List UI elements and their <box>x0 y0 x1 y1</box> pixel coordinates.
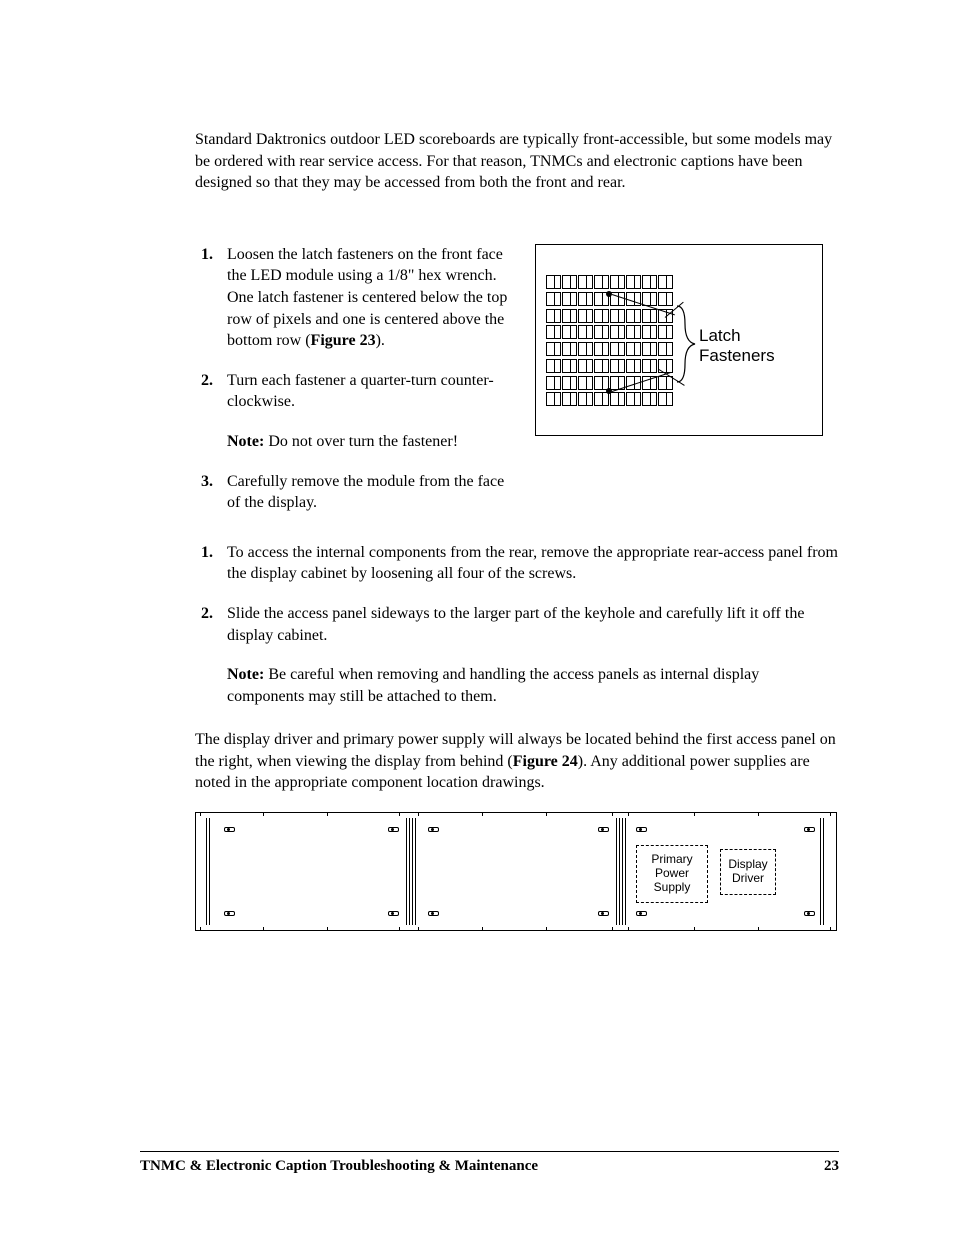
keyhole-icon <box>388 911 399 916</box>
front-steps-list: Loosen the latch fasteners on the front … <box>217 244 515 514</box>
intro-paragraph: Standard Daktronics outdoor LED scoreboa… <box>195 129 839 194</box>
rear-steps-list: To access the internal components from t… <box>217 542 839 708</box>
led-module-icon: // placeholder; rows generated below via… <box>546 275 673 406</box>
front-step-2-text: Turn each fastener a quarter-turn counte… <box>227 372 494 411</box>
rear-step-2-note: Be careful when removing and handling th… <box>227 666 759 705</box>
page-footer: TNMC & Electronic Caption Troubleshootin… <box>140 1151 839 1175</box>
keyhole-icon <box>598 911 609 916</box>
figure-23-label: Latch Fasteners <box>699 326 775 367</box>
display-driver-box: DisplayDriver <box>720 849 776 895</box>
note-label: Note: <box>227 433 264 450</box>
page: Standard Daktronics outdoor LED scoreboa… <box>0 0 954 1235</box>
front-step-3: Carefully remove the module from the fac… <box>217 471 515 514</box>
figure-24: Primary Power Supply DisplayDriver <box>195 812 837 931</box>
front-step-2: Turn each fastener a quarter-turn counte… <box>217 370 515 453</box>
figure-ref-24: Figure 24 <box>513 753 578 770</box>
front-step-1: Loosen the latch fasteners on the front … <box>217 244 515 352</box>
keyhole-icon <box>428 911 439 916</box>
keyhole-icon <box>636 911 647 916</box>
rear-step-1-text: To access the internal components from t… <box>227 544 838 583</box>
front-step-1-text-post: ). <box>376 332 385 349</box>
rear-step-1: To access the internal components from t… <box>217 542 839 585</box>
figure-ref-23: Figure 23 <box>311 332 376 349</box>
keyhole-icon <box>224 827 235 832</box>
keyhole-icon <box>598 827 609 832</box>
front-step-3-text: Carefully remove the module from the fac… <box>227 473 504 512</box>
note-label: Note: <box>227 666 264 683</box>
keyhole-icon <box>804 827 815 832</box>
rear-step-2: Slide the access panel sideways to the l… <box>217 603 839 707</box>
keyhole-icon <box>388 827 399 832</box>
keyhole-icon <box>428 827 439 832</box>
brace-icon <box>675 304 699 384</box>
keyhole-icon <box>636 827 647 832</box>
front-access-block: Loosen the latch fasteners on the front … <box>195 244 839 532</box>
footer-title: TNMC & Electronic Caption Troubleshootin… <box>140 1158 538 1175</box>
front-step-2-note: Do not over turn the fastener! <box>264 433 458 450</box>
rear-step-2-text: Slide the access panel sideways to the l… <box>227 605 804 644</box>
driver-location-paragraph: The display driver and primary power sup… <box>195 729 839 794</box>
footer-page-number: 23 <box>824 1158 839 1175</box>
figure-23: // placeholder; rows generated below via… <box>535 244 823 436</box>
keyhole-icon <box>224 911 235 916</box>
rear-access-block: To access the internal components from t… <box>195 542 839 708</box>
primary-power-supply-box: Primary Power Supply <box>636 845 708 903</box>
keyhole-icon <box>804 911 815 916</box>
